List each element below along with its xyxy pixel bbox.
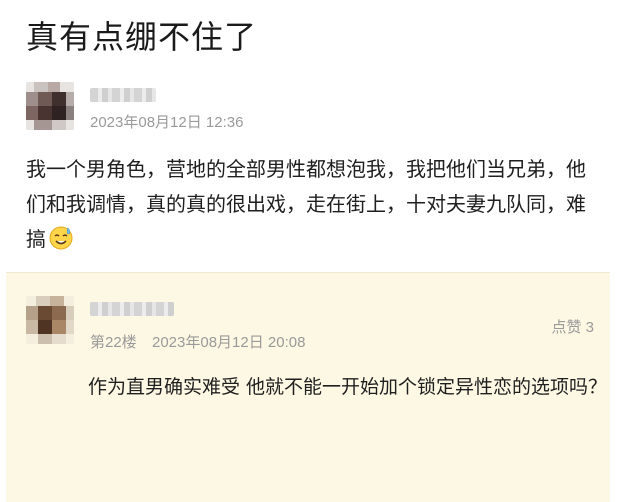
- post-title: 真有点绷不住了: [26, 18, 258, 56]
- sweat-smile-icon: [48, 225, 74, 251]
- reply-avatar[interactable]: [26, 296, 74, 344]
- reply-like-button[interactable]: 点赞 3: [551, 316, 594, 337]
- post-body-text: 我一个男角色，营地的全部男性都想泡我，我把他们当兄弟，他们和我调情，真的真的很出…: [26, 157, 586, 251]
- reply-date: 2023年08月12日 20:08: [152, 334, 306, 351]
- reply-author-name[interactable]: [90, 302, 174, 316]
- reply-body: 作为直男确实难受 他就不能一开始加个锁定异性恋的选项吗？: [88, 376, 608, 398]
- author-avatar[interactable]: [26, 82, 74, 130]
- post-body: 我一个男角色，营地的全部男性都想泡我，我把他们当兄弟，他们和我调情，真的真的很出…: [26, 152, 596, 257]
- post-date: 2023年08月12日 12:36: [90, 114, 244, 131]
- avatar-image: [26, 82, 74, 130]
- reply-avatar-image: [26, 296, 74, 344]
- author-name[interactable]: [90, 88, 156, 102]
- reply-floor: 第22楼: [90, 334, 137, 351]
